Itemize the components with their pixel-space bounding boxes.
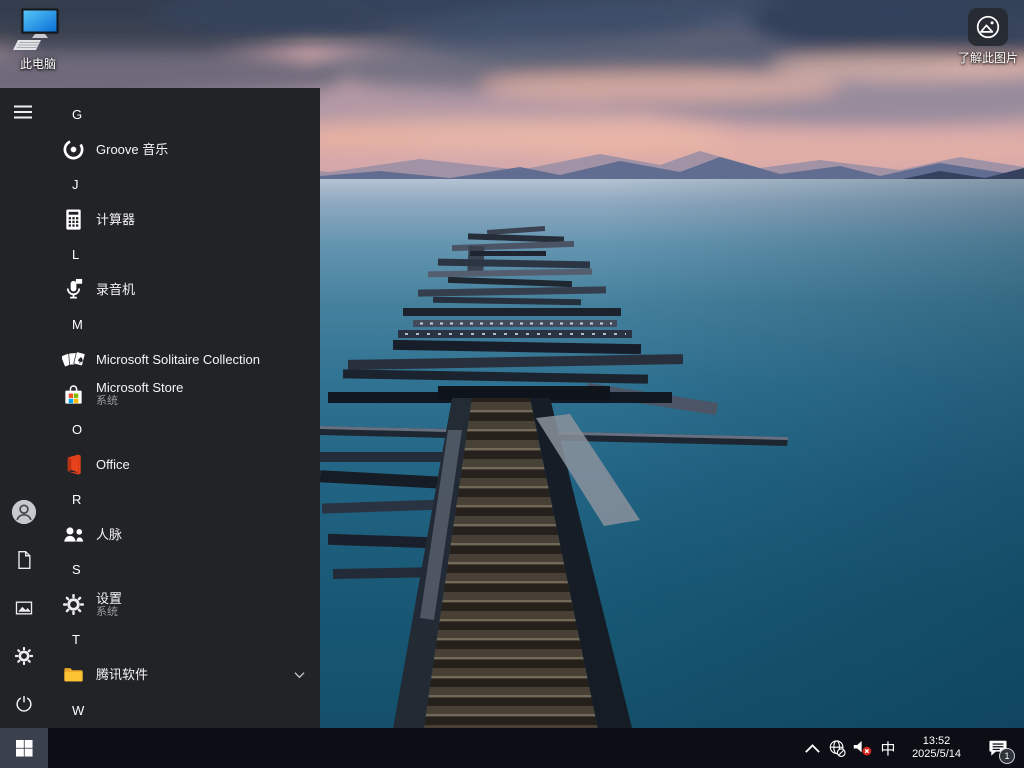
calculator-icon [60,206,86,232]
app-list: G Groove 音乐 J 计算器 L 录音机 M Microsoft Solitaire C… [48,88,320,728]
hamburger-menu-button[interactable] [0,88,48,136]
folder-icon [60,662,86,688]
app-section-header[interactable]: J [48,166,320,202]
app-item-folder[interactable]: 腾讯软件 [48,658,320,692]
app-item-store[interactable]: Microsoft Store系统 [48,377,320,411]
screen: 此电脑 了解此图片 G Groove 音乐 J 计算器 L 录音机 M Microsoft S… [0,0,1024,768]
documents-button[interactable] [0,536,48,584]
voice-recorder-icon [60,277,86,303]
taskbar-clock[interactable]: 13:52 2025/5/14 [901,728,972,768]
groove-music-icon [60,136,86,162]
chevron-down-icon[interactable] [294,671,305,679]
solitaire-icon [60,347,86,373]
system-tray: 中 13:52 2025/5/14 1 [800,728,1024,768]
app-section-header[interactable]: G [48,96,320,132]
app-section-header[interactable]: W [48,692,320,728]
app-item-gear[interactable]: 设置系统 [48,588,320,622]
app-item-voice-recorder[interactable]: 录音机 [48,273,320,307]
app-item-calculator[interactable]: 计算器 [48,202,320,236]
app-label: 录音机 [96,282,135,297]
section-letter: G [72,107,82,122]
spotlight-label: 了解此图片 [958,49,1018,66]
app-section-header[interactable]: M [48,307,320,343]
start-menu: G Groove 音乐 J 计算器 L 录音机 M Microsoft Solitaire C… [0,88,320,728]
app-label: Groove 音乐 [96,142,168,157]
people-icon [60,521,86,547]
app-label: Microsoft Solitaire Collection [96,352,260,367]
globe-offline-icon [828,739,847,758]
start-menu-rail [0,88,48,728]
documents-icon [14,550,34,570]
app-section-header[interactable]: L [48,236,320,272]
volume-muted-icon [852,739,873,757]
app-label: 计算器 [96,212,135,227]
app-section-header[interactable]: T [48,622,320,658]
ime-indicator[interactable]: 中 [875,728,901,768]
gear-icon [14,646,34,666]
clock-date: 2025/5/14 [912,748,961,761]
store-icon [60,381,86,407]
user-avatar-icon [11,499,37,525]
this-pc-label: 此电脑 [20,55,56,72]
settings-button[interactable] [0,632,48,680]
clock-time: 13:52 [923,735,951,748]
app-sublabel: 系统 [96,606,122,619]
section-letter: W [72,703,84,718]
picture-icon [975,14,1001,40]
app-item-groove-music[interactable]: Groove 音乐 [48,132,320,166]
volume-muted-button[interactable] [850,728,875,768]
app-sublabel: 系统 [96,395,183,408]
app-section-header[interactable]: O [48,411,320,447]
taskbar: 中 13:52 2025/5/14 1 [0,728,1024,768]
app-label: 人脉 [96,527,122,542]
power-button[interactable] [0,680,48,728]
gear-icon [60,592,86,618]
app-label: 设置 [96,591,122,606]
tray-expand-button[interactable] [800,728,825,768]
section-letter: S [72,562,81,577]
app-section-header[interactable]: R [48,481,320,517]
desktop-icon-spotlight[interactable]: 了解此图片 [950,8,1024,66]
app-item-solitaire[interactable]: Microsoft Solitaire Collection [48,343,320,377]
this-pc-icon [12,6,64,52]
notification-badge: 1 [999,748,1015,764]
app-label: 腾讯软件 [96,667,148,682]
user-account-button[interactable] [0,488,48,536]
app-item-people[interactable]: 人脉 [48,517,320,551]
spotlight-tile [968,8,1008,46]
section-letter: L [72,247,79,262]
section-letter: R [72,492,81,507]
app-label: Office [96,457,130,472]
windows-logo-icon [16,740,33,757]
app-section-header[interactable]: S [48,552,320,588]
pictures-icon [14,598,34,618]
chevron-up-icon [804,740,821,757]
office-icon [60,451,86,477]
network-status-button[interactable] [825,728,850,768]
section-letter: T [72,632,80,647]
action-center-button[interactable]: 1 [972,728,1024,768]
app-label: Microsoft Store [96,380,183,395]
hamburger-icon [14,102,34,122]
section-letter: M [72,317,83,332]
power-icon [14,694,34,714]
desktop-icon-this-pc[interactable]: 此电脑 [0,6,76,72]
pictures-button[interactable] [0,584,48,632]
section-letter: J [72,177,79,192]
app-item-office[interactable]: Office [48,447,320,481]
start-button[interactable] [0,728,48,768]
section-letter: O [72,422,82,437]
